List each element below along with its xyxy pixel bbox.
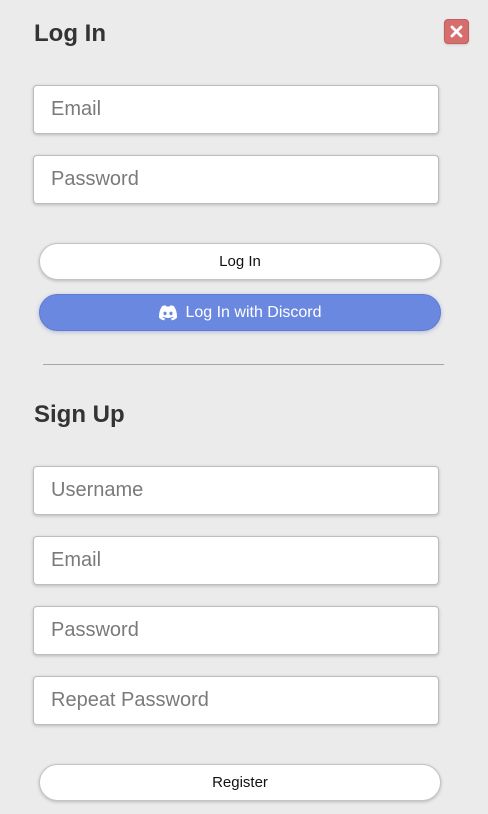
close-icon (450, 25, 463, 38)
register-button[interactable]: Register (39, 764, 441, 801)
login-button-label: Log In (219, 253, 261, 270)
register-button-label: Register (212, 774, 268, 791)
close-button[interactable] (444, 19, 469, 44)
signup-repeat-password-input[interactable] (33, 676, 439, 725)
discord-login-button[interactable]: Log In with Discord (39, 294, 441, 331)
discord-login-label: Log In with Discord (185, 303, 322, 321)
login-email-input[interactable] (33, 85, 439, 134)
auth-panel: Log In Log In Log In with Discord Sign U… (0, 0, 488, 814)
signup-username-input[interactable] (33, 466, 439, 515)
login-button[interactable]: Log In (39, 243, 441, 280)
signup-title: Sign Up (34, 401, 125, 428)
discord-icon (158, 304, 178, 321)
signup-email-input[interactable] (33, 536, 439, 585)
signup-password-input[interactable] (33, 606, 439, 655)
login-password-input[interactable] (33, 155, 439, 204)
section-divider (43, 364, 444, 365)
login-title: Log In (34, 20, 106, 47)
